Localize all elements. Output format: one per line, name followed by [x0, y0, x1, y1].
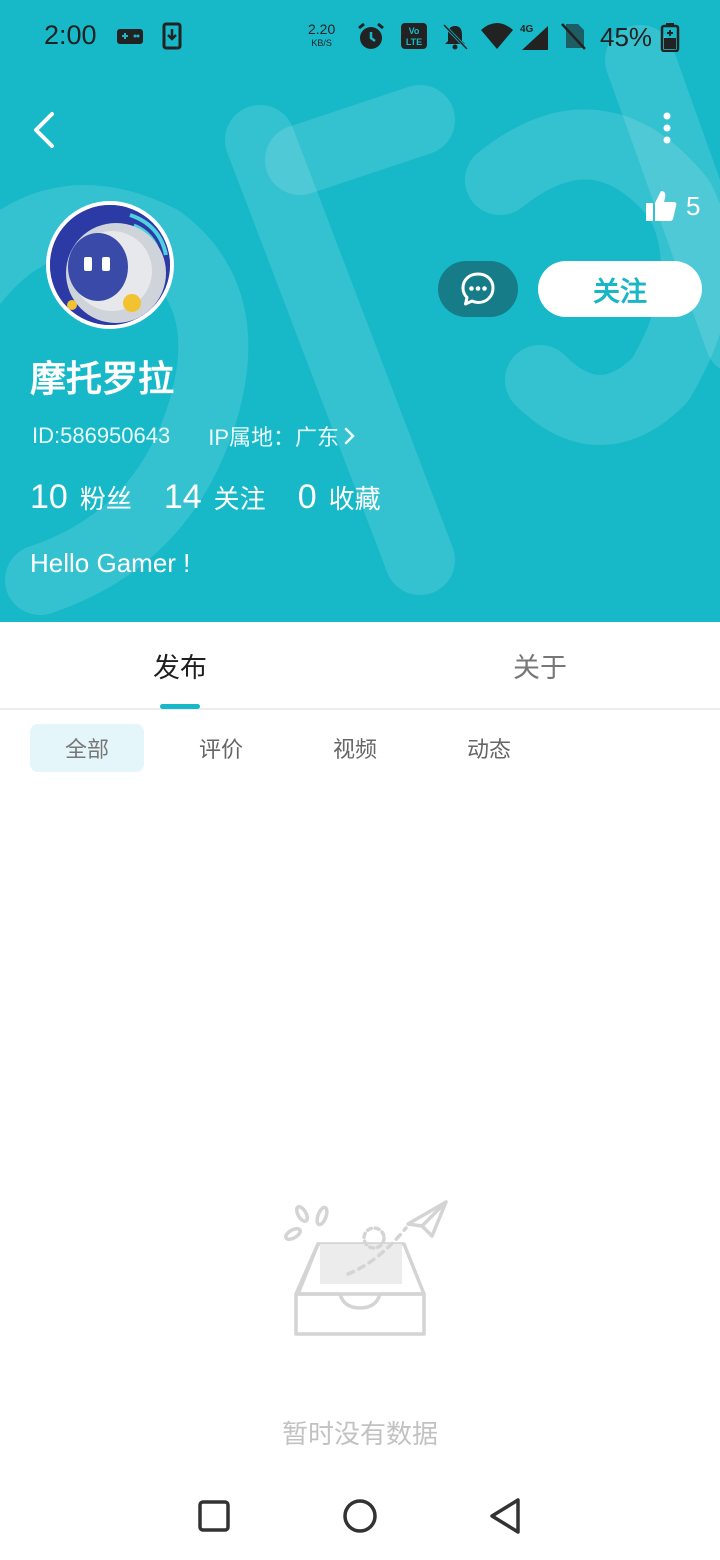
stat-number: 10 [30, 478, 68, 516]
chat-bubble-icon [461, 272, 495, 306]
profile-bio: Hello Gamer ! [30, 548, 191, 578]
filter-videos[interactable]: 视频 [298, 724, 412, 772]
ip-location-text: IP属地：广东 [208, 425, 340, 450]
svg-text:4G: 4G [520, 24, 534, 35]
ip-location-link[interactable]: IP属地：广东 [208, 420, 357, 452]
gamepad-icon [117, 29, 143, 44]
filter-chips: 全部 评价 视频 动态 [30, 724, 566, 772]
stat-label: 粉丝 [79, 485, 132, 515]
tab-publish[interactable]: 发布 [0, 622, 360, 708]
user-id: ID:586950643 [32, 423, 171, 448]
alarm-icon [358, 22, 384, 49]
more-dots-icon[interactable] [650, 108, 684, 152]
battery-level: 45% [600, 22, 653, 52]
svg-text:LTE: LTE [406, 37, 422, 47]
battery-icon [660, 23, 680, 52]
tab-active-indicator [160, 704, 200, 709]
stat-label: 收藏 [328, 485, 381, 515]
likes-count: 5 [686, 190, 701, 221]
profile-meta: ID:586950643 IP属地：广东 [32, 420, 357, 452]
status-bar: 2:00 2.20 KB/S Vo LTE 4G 45% [0, 0, 720, 72]
download-icon [162, 22, 182, 50]
volte-icon: Vo LTE [401, 23, 427, 49]
tab-about[interactable]: 关于 [360, 622, 720, 708]
empty-inbox-icon [284, 1200, 448, 1336]
profile-name: 摩托罗拉 [30, 359, 175, 400]
stat-number: 14 [163, 478, 202, 516]
filter-posts[interactable]: 动态 [432, 724, 546, 772]
wifi-icon [481, 23, 513, 49]
profile-stats: 10 粉丝 14 关注 0 收藏 [30, 478, 413, 517]
mute-bell-icon [442, 23, 469, 51]
stat-favorites[interactable]: 0 收藏 [298, 478, 381, 517]
message-button[interactable] [438, 261, 518, 317]
stat-fans[interactable]: 10 粉丝 [30, 478, 132, 517]
no-sim-icon [561, 23, 586, 50]
system-nav-bar [0, 1470, 720, 1560]
stat-number: 0 [297, 478, 317, 516]
empty-state-text: 暂时没有数据 [281, 1420, 438, 1450]
profile-tabs: 发布 关于 [0, 622, 720, 710]
thumbs-up-icon [646, 191, 677, 221]
svg-text:Vo: Vo [409, 26, 420, 36]
likes-counter[interactable]: 5 [644, 186, 700, 226]
stat-following[interactable]: 14 关注 [164, 478, 266, 517]
follow-button[interactable]: 关注 [538, 261, 702, 317]
cellular-4g-icon: 4G [520, 24, 548, 50]
profile-header: 2:00 2.20 KB/S Vo LTE 4G 45% 5 关注 摩托罗拉 I… [0, 0, 720, 622]
avatar[interactable] [46, 201, 174, 329]
square-nav-icon[interactable] [184, 1486, 244, 1546]
status-time: 2:00 [44, 20, 97, 50]
triangle-back-nav-icon[interactable] [476, 1486, 536, 1546]
back-arrow-icon[interactable] [26, 108, 66, 152]
net-speed: 2.20 KB/S [308, 21, 336, 48]
filter-all[interactable]: 全部 [30, 724, 144, 772]
chevron-right-icon [344, 427, 355, 445]
stat-label: 关注 [213, 485, 266, 515]
filter-reviews[interactable]: 评价 [164, 724, 278, 772]
robot-avatar-image [50, 205, 170, 325]
circle-nav-icon[interactable] [330, 1486, 390, 1546]
